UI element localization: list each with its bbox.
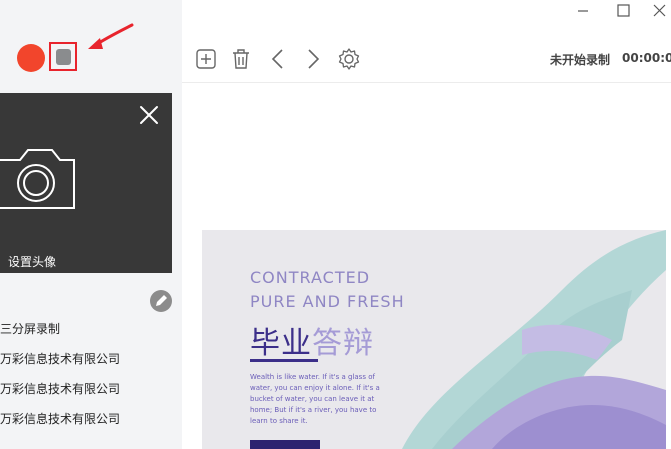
chevron-left-icon[interactable] [267, 48, 289, 70]
slide-label-box [250, 440, 320, 449]
stop-button-highlight[interactable] [49, 42, 77, 71]
close-icon[interactable] [652, 3, 668, 19]
maximize-icon[interactable] [616, 3, 632, 19]
list-item[interactable]: 万彩信息技术有限公司 [0, 409, 182, 439]
list-item[interactable]: 三分屏录制 [0, 319, 182, 349]
slide-title-line2: PURE AND FRESH [250, 292, 405, 311]
slide-preview[interactable]: CONTRACTED PURE AND FRESH 毕业答辩 Wealth is… [202, 230, 666, 449]
annotation-arrow-icon [88, 23, 134, 49]
recording-list: 三分屏录制 万彩信息技术有限公司 万彩信息技术有限公司 万彩信息技术有限公司 [0, 319, 182, 439]
toolbar-divider [182, 82, 671, 83]
list-item[interactable]: 万彩信息技术有限公司 [0, 379, 182, 409]
stop-icon[interactable] [56, 49, 71, 65]
gear-icon[interactable] [338, 48, 360, 70]
set-avatar-label[interactable]: 设置头像 [8, 253, 56, 270]
edit-button[interactable] [150, 290, 172, 312]
slide-heading-underline [250, 359, 318, 362]
slide-heading-light: 答辩 [312, 326, 374, 361]
trash-icon[interactable] [230, 48, 252, 70]
slide-heading-dark: 毕业 [250, 326, 312, 361]
record-button[interactable] [17, 44, 45, 72]
minimize-icon[interactable] [576, 3, 592, 19]
add-icon[interactable] [195, 48, 217, 70]
slide-body-text: Wealth is like water. If it's a glass of… [250, 373, 380, 425]
close-camera-icon[interactable] [138, 104, 160, 126]
slide-heading: 毕业答辩 [250, 318, 374, 362]
slide-title-line1: CONTRACTED [250, 268, 371, 287]
chevron-right-icon[interactable] [302, 48, 324, 70]
pencil-icon [156, 295, 167, 306]
list-item[interactable]: 万彩信息技术有限公司 [0, 349, 182, 379]
camera-icon [0, 149, 75, 209]
recording-status: 未开始录制 [550, 53, 611, 67]
recording-timer: 00:00:00 [622, 51, 671, 65]
